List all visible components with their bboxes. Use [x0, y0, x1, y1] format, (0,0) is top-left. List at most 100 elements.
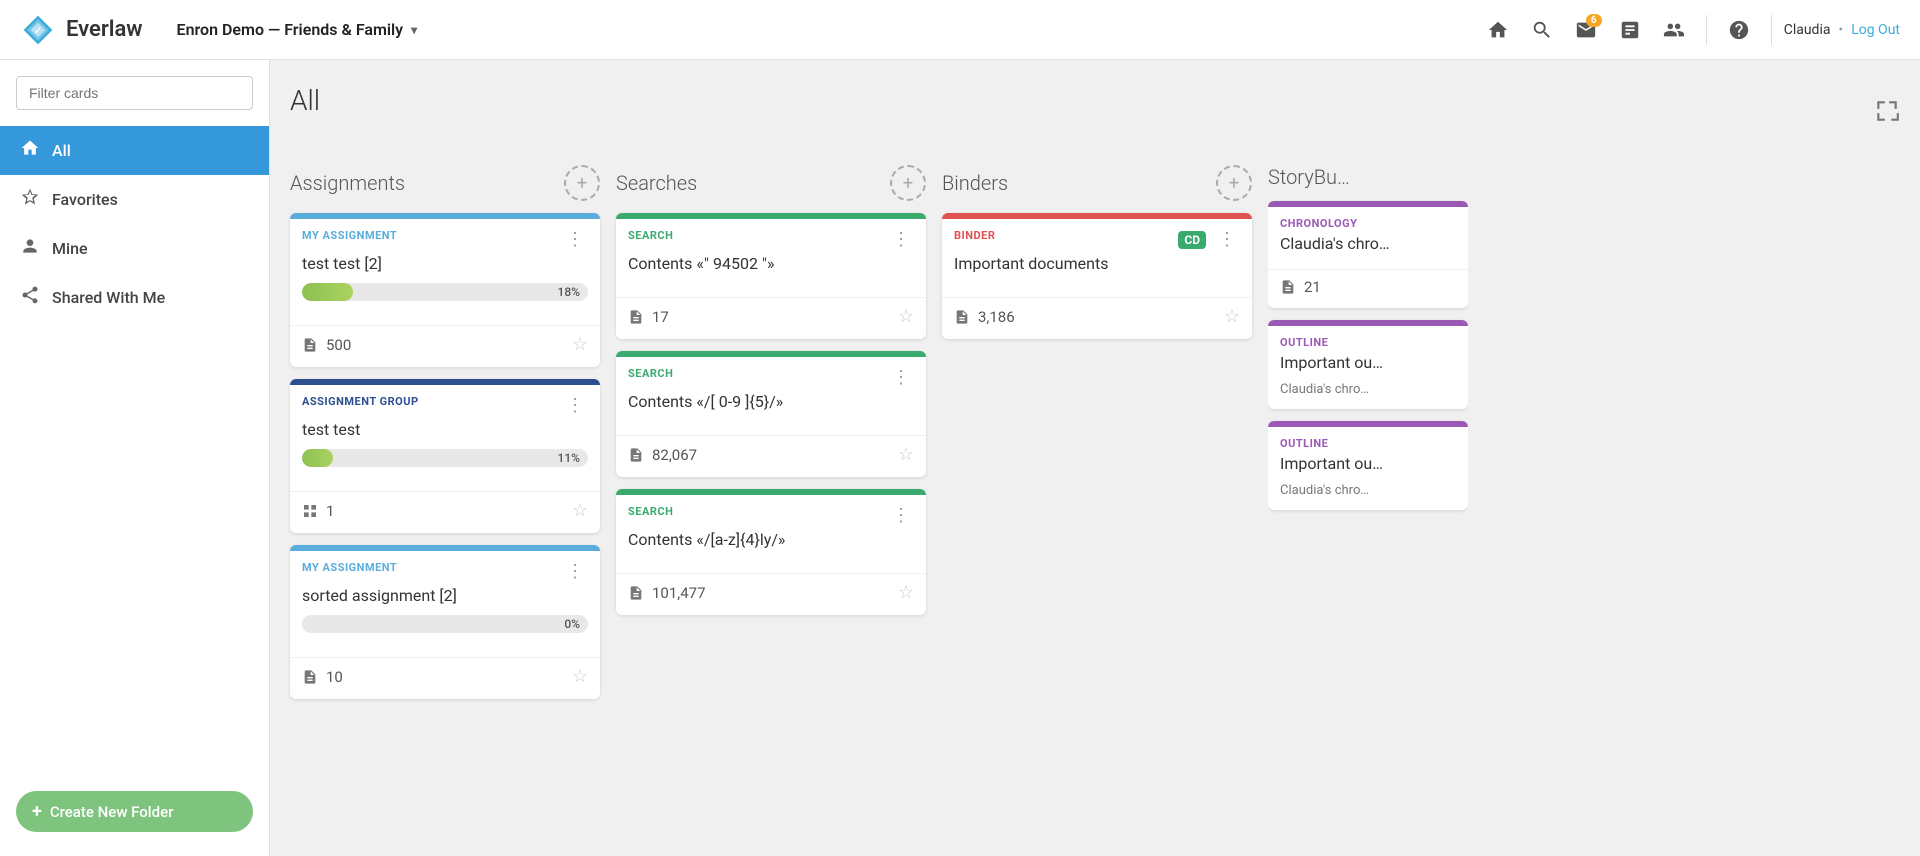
doc-count-value: 82,067 [652, 446, 697, 464]
document-icon [302, 337, 318, 353]
create-folder-button[interactable]: + Create New Folder [16, 791, 253, 832]
person-icon [20, 236, 40, 261]
doc-count: 10 [302, 668, 343, 686]
expand-view-icon[interactable] [1874, 98, 1900, 128]
logo-area[interactable]: ✓ Everlaw [20, 12, 143, 48]
card-menu-button[interactable]: ⋮ [1214, 229, 1240, 250]
document-icon [628, 585, 644, 601]
help-icon-btn[interactable] [1719, 10, 1759, 50]
column-header-storybuilder: StoryBu… [1268, 165, 1468, 189]
card-type-label: SEARCH [628, 229, 673, 242]
user-dot: • [1838, 22, 1843, 38]
card-outline-1: OUTLINE Important ou… Claudia's chro… [1268, 320, 1468, 409]
sidebar-mine-label: Mine [52, 239, 88, 258]
logo-text: Everlaw [66, 17, 143, 42]
sidebar-item-shared[interactable]: Shared With Me [0, 273, 269, 322]
sidebar-shared-label: Shared With Me [52, 288, 165, 307]
favorite-star[interactable]: ☆ [572, 500, 588, 521]
card-header: SEARCH ⋮ [616, 219, 926, 250]
header-icons: 6 Claudia • Log Out [1478, 10, 1900, 50]
progress-label: 0% [564, 615, 580, 633]
header: ✓ Everlaw Enron Demo — Friends & Family … [0, 0, 1920, 60]
favorite-star[interactable]: ☆ [572, 334, 588, 355]
card-title: Important documents [942, 250, 1252, 297]
sidebar: All Favorites Mine Shared With Me [0, 60, 270, 856]
card-menu-button[interactable]: ⋮ [562, 561, 588, 582]
add-binder-button[interactable]: + [1216, 165, 1252, 201]
favorite-star[interactable]: ☆ [1224, 306, 1240, 327]
card-search-2: SEARCH ⋮ Contents «/[ 0-9 ]{5}/» 82,067 … [616, 351, 926, 477]
document-icon [628, 309, 644, 325]
card-title: sorted assignment [2] [290, 582, 600, 615]
card-my-assignment-2: MY ASSIGNMENT ⋮ sorted assignment [2] 0% [290, 545, 600, 699]
doc-count: 500 [302, 336, 351, 354]
card-type-label: CHRONOLOGY [1280, 217, 1357, 230]
filter-cards-input[interactable] [16, 76, 253, 110]
card-my-assignment-1: MY ASSIGNMENT ⋮ test test [2] 18% 500 [290, 213, 600, 367]
card-subtitle: Claudia's chro… [1268, 483, 1468, 510]
card-menu-button[interactable]: ⋮ [562, 229, 588, 250]
doc-count: 17 [628, 308, 669, 326]
card-menu-button[interactable]: ⋮ [888, 367, 914, 388]
card-header: SEARCH ⋮ [616, 495, 926, 526]
page-title: All [290, 84, 320, 117]
doc-count: 3,186 [954, 308, 1015, 326]
home-icon-btn[interactable] [1478, 10, 1518, 50]
card-menu-button[interactable]: ⋮ [888, 229, 914, 250]
progress-bar: 0% [302, 615, 588, 633]
content-area: All Assignments + MY ASSIGNMENT ⋮ [270, 60, 1920, 856]
card-footer: 500 ☆ [290, 325, 600, 367]
favorite-star[interactable]: ☆ [898, 306, 914, 327]
card-type-label: OUTLINE [1280, 336, 1328, 349]
card-header: ASSIGNMENT GROUP ⋮ [290, 385, 600, 416]
add-search-button[interactable]: + [890, 165, 926, 201]
card-title: Important ou… [1268, 450, 1468, 483]
doc-count-value: 21 [1304, 278, 1321, 296]
sidebar-item-all[interactable]: All [0, 126, 269, 175]
create-folder-label: Create New Folder [50, 803, 174, 821]
binder-badge: CD [1178, 231, 1206, 249]
admin-icon-btn[interactable] [1654, 10, 1694, 50]
user-area[interactable]: Claudia • Log Out [1784, 22, 1900, 38]
document-icon [302, 669, 318, 685]
notifications-icon-btn[interactable]: 6 [1566, 10, 1606, 50]
card-title: Important ou… [1268, 349, 1468, 382]
card-search-3: SEARCH ⋮ Contents «/[a-z]{4}ly/» 101,477… [616, 489, 926, 615]
favorite-star[interactable]: ☆ [898, 444, 914, 465]
main-layout: All Favorites Mine Shared With Me [0, 60, 1920, 856]
svg-text:✓: ✓ [34, 26, 42, 36]
card-body: 11% [290, 449, 600, 491]
sidebar-item-mine[interactable]: Mine [0, 224, 269, 273]
doc-count: 101,477 [628, 584, 706, 602]
column-storybuilder: StoryBu… CHRONOLOGY Claudia's chro… 21 [1268, 165, 1468, 522]
sidebar-favorites-label: Favorites [52, 190, 118, 209]
card-menu-button[interactable]: ⋮ [888, 505, 914, 526]
add-assignment-button[interactable]: + [564, 165, 600, 201]
chevron-down-icon: ▾ [411, 23, 417, 37]
card-title: Contents «/[ 0-9 ]{5}/» [616, 388, 926, 435]
card-title: test test [290, 416, 600, 449]
project-selector[interactable]: Enron Demo — Friends & Family ▾ [167, 14, 428, 45]
search-icon-btn[interactable] [1522, 10, 1562, 50]
sidebar-item-favorites[interactable]: Favorites [0, 175, 269, 224]
card-header: MY ASSIGNMENT ⋮ [290, 219, 600, 250]
analytics-icon-btn[interactable] [1610, 10, 1650, 50]
column-header-assignments: Assignments + [290, 165, 600, 201]
logout-link[interactable]: Log Out [1851, 22, 1900, 38]
card-outline-2: OUTLINE Important ou… Claudia's chro… [1268, 421, 1468, 510]
favorite-star[interactable]: ☆ [898, 582, 914, 603]
filter-input-wrap [0, 76, 269, 126]
favorite-star[interactable]: ☆ [572, 666, 588, 687]
card-menu-button[interactable]: ⋮ [562, 395, 588, 416]
card-footer: 101,477 ☆ [616, 573, 926, 615]
card-type-label: SEARCH [628, 505, 673, 518]
card-binder-1: BINDER CD ⋮ Important documents 3,186 ☆ [942, 213, 1252, 339]
card-type-label: ASSIGNMENT GROUP [302, 395, 419, 408]
doc-count-value: 500 [326, 336, 351, 354]
document-icon [954, 309, 970, 325]
doc-count-value: 1 [326, 502, 334, 520]
header-divider [1706, 15, 1707, 45]
card-assignment-group-1: ASSIGNMENT GROUP ⋮ test test 11% 1 [290, 379, 600, 533]
columns-container: Assignments + MY ASSIGNMENT ⋮ test test … [290, 165, 1900, 711]
card-header: CHRONOLOGY [1268, 207, 1468, 230]
